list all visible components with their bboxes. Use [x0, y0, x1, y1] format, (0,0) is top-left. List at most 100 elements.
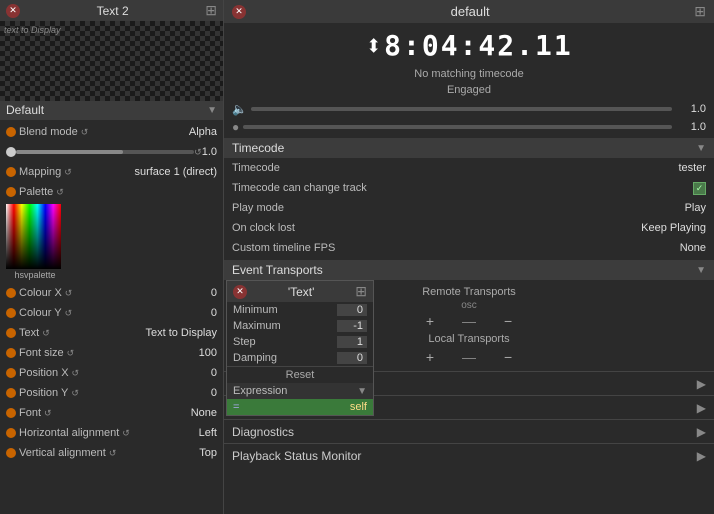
timecode-section-label: Timecode: [232, 141, 284, 155]
colour-y-reset[interactable]: ↺: [65, 308, 73, 319]
vert-align-label: Vertical alignment: [19, 447, 106, 459]
popup-damping-value: 0: [337, 352, 367, 364]
palette-reset[interactable]: ↺: [56, 187, 64, 198]
volume-speaker-icon: 🔈: [232, 102, 247, 116]
on-clock-lost-value: Keep Playing: [641, 222, 706, 234]
timecode-display: ⬍8:04:42.11: [224, 23, 714, 68]
diagnostics-nav-row[interactable]: Diagnostics ▶: [224, 419, 714, 443]
timecode-prop-row: Timecode tester: [224, 158, 714, 178]
font-size-reset[interactable]: ↺: [67, 348, 75, 359]
local-transport-add-button[interactable]: +: [422, 349, 438, 365]
right-panel: ✕ default ⊞ ⬍8:04:42.11 No matching time…: [224, 0, 714, 514]
play-mode-row: Play mode Play: [224, 198, 714, 218]
timecode-label: Timecode: [232, 162, 280, 174]
popup-reset-button[interactable]: Reset: [227, 366, 373, 383]
popup-step-value: 1: [337, 336, 367, 348]
text-popup: ✕ 'Text' ⊞ Minimum 0 Maximum -1 Step 1 D…: [226, 280, 374, 416]
blend-mode-reset[interactable]: ↺: [81, 127, 89, 138]
position-y-reset[interactable]: ↺: [71, 388, 79, 399]
right-title: default: [451, 4, 490, 19]
timecode-status-line2: Engaged: [224, 84, 714, 100]
font-reset[interactable]: ↺: [44, 408, 52, 419]
vert-align-reset[interactable]: ↺: [109, 448, 117, 459]
remote-transport-divider: —: [458, 313, 480, 329]
playback-status-arrow-icon: ▶: [697, 449, 706, 463]
default-section-header[interactable]: Default ▼: [0, 100, 223, 120]
horiz-align-icon: [6, 428, 16, 438]
position-x-reset[interactable]: ↺: [72, 368, 80, 379]
remote-transport-add-button[interactable]: +: [422, 313, 438, 329]
popup-damping-label: Damping: [233, 352, 277, 364]
text-prop-icon: [6, 328, 16, 338]
font-value: None: [191, 407, 217, 419]
on-clock-lost-row: On clock lost Keep Playing: [224, 218, 714, 238]
colour-x-reset[interactable]: ↺: [65, 288, 73, 299]
popup-close-button[interactable]: ✕: [233, 285, 247, 299]
opacity-slider[interactable]: [16, 150, 194, 154]
colour-y-value: 0: [211, 307, 217, 319]
playback-status-nav-row[interactable]: Playback Status Monitor ▶: [224, 443, 714, 467]
horiz-align-reset[interactable]: ↺: [122, 428, 130, 439]
position-x-icon: [6, 368, 16, 378]
popup-damping-row: Damping 0: [227, 350, 373, 366]
right-page-icon[interactable]: ⊞: [694, 3, 706, 20]
blend-mode-label: Blend mode: [19, 126, 78, 138]
opacity-reset[interactable]: ↺: [194, 147, 202, 158]
schedule-arrow-icon: ▶: [697, 377, 706, 391]
horiz-align-label: Horizontal alignment: [19, 427, 119, 439]
diagnostics-label: Diagnostics: [232, 425, 294, 439]
mapping-value: surface 1 (direct): [134, 166, 217, 178]
mapping-reset[interactable]: ↺: [64, 167, 72, 178]
volume-row-2: ● 1.0: [224, 118, 714, 136]
prop-opacity: ↺ 1.0: [0, 142, 223, 162]
prop-colour-y: Colour Y ↺ 0: [0, 303, 223, 323]
colour-x-value: 0: [211, 287, 217, 299]
popup-expression-equals: =: [233, 401, 239, 413]
popup-minimum-value: 0: [337, 304, 367, 316]
timecode-chevron-icon: ▼: [696, 143, 706, 154]
blend-mode-value: Alpha: [189, 126, 217, 138]
volume-slider-2[interactable]: [243, 125, 672, 129]
custom-fps-row: Custom timeline FPS None: [224, 238, 714, 258]
preview-area: ✕ Text 2 ⊞ text to Display: [0, 0, 223, 100]
timecode-section-header[interactable]: Timecode ▼: [224, 138, 714, 158]
mapping-label: Mapping: [19, 166, 61, 178]
popup-page-icon[interactable]: ⊞: [355, 283, 367, 300]
opacity-icon: [6, 147, 16, 157]
local-transport-remove-button[interactable]: −: [500, 349, 516, 365]
opacity-slider-container[interactable]: [16, 150, 194, 154]
preview-title-bar: ✕ Text 2 ⊞: [0, 0, 223, 21]
font-size-value: 100: [199, 347, 217, 359]
volume-value-1: 1.0: [676, 103, 706, 115]
right-close-button[interactable]: ✕: [232, 5, 246, 19]
position-x-label: Position X: [19, 367, 69, 379]
prop-mapping: Mapping ↺ surface 1 (direct): [0, 162, 223, 182]
volume-value-2: 1.0: [676, 121, 706, 133]
page-icon[interactable]: ⊞: [205, 2, 217, 19]
prop-palette: Palette ↺: [0, 182, 223, 202]
color-picker[interactable]: hsvpalette: [6, 204, 64, 281]
position-y-label: Position Y: [19, 387, 68, 399]
timecode-change-track-checkbox[interactable]: ✓: [693, 182, 706, 195]
font-icon: [6, 408, 16, 418]
timecode-change-track-row: Timecode can change track ✓: [224, 178, 714, 198]
popup-title: 'Text': [288, 285, 315, 299]
event-transports-header[interactable]: Event Transports ▼: [224, 260, 714, 280]
play-mode-value: Play: [685, 202, 706, 214]
close-button[interactable]: ✕: [6, 4, 20, 18]
timecode-value: ⬍8:04:42.11: [365, 29, 572, 62]
popup-expression-label: Expression: [233, 385, 287, 397]
color-gradient[interactable]: [6, 204, 61, 269]
chevron-down-icon: ▼: [207, 105, 217, 116]
prop-colour-x: Colour X ↺ 0: [0, 283, 223, 303]
remote-transport-remove-button[interactable]: −: [500, 313, 516, 329]
popup-step-row: Step 1: [227, 334, 373, 350]
timecode-change-track-label: Timecode can change track: [232, 182, 367, 194]
volume-slider-1[interactable]: [251, 107, 672, 111]
timecode-status-line1: No matching timecode: [224, 68, 714, 84]
text-reset[interactable]: ↺: [42, 328, 50, 339]
prop-vert-align: Vertical alignment ↺ Top: [0, 443, 223, 463]
colour-x-icon: [6, 288, 16, 298]
colour-y-label: Colour Y: [19, 307, 62, 319]
local-transport-divider: —: [458, 349, 480, 365]
